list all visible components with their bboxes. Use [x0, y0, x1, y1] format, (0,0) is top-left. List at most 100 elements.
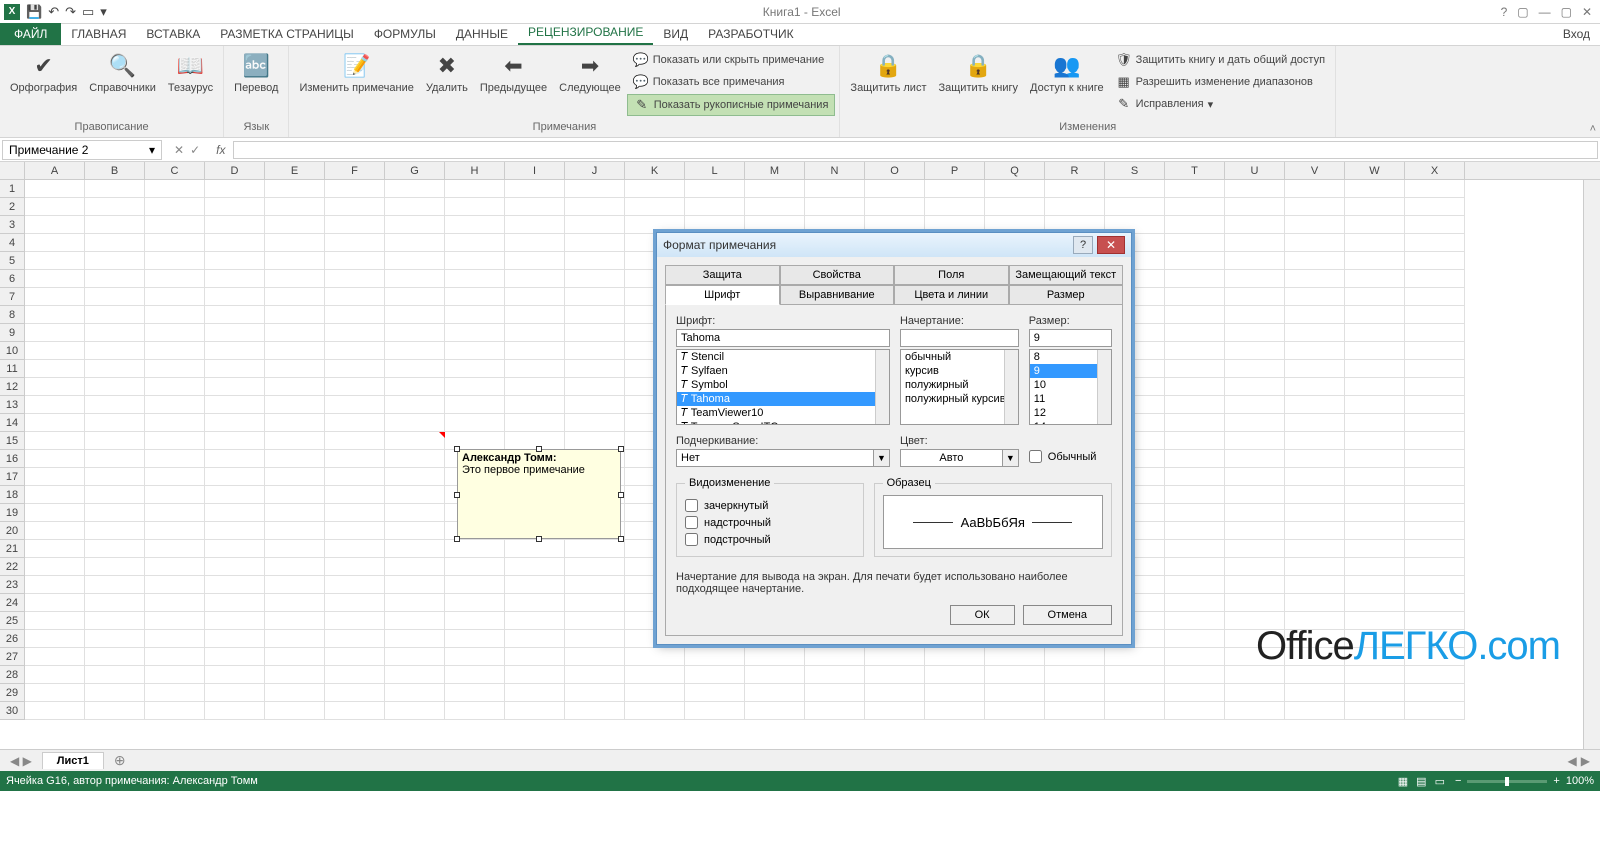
col-header[interactable]: S [1105, 162, 1165, 179]
col-header[interactable]: F [325, 162, 385, 179]
list-item[interactable]: 𝑇 Stencil [677, 350, 889, 364]
help-icon[interactable]: ? [1501, 5, 1508, 19]
ok-button[interactable]: ОК [950, 605, 1015, 625]
scrollbar[interactable] [1004, 350, 1018, 424]
row-header[interactable]: 12 [0, 378, 24, 396]
tab-view[interactable]: ВИД [653, 23, 698, 45]
protect-share-button[interactable]: 🛡Защитить книгу и дать общий доступ [1110, 50, 1331, 70]
page-layout-icon[interactable]: ▤ [1416, 775, 1426, 788]
row-header[interactable]: 24 [0, 594, 24, 612]
list-item[interactable]: 𝑇 Tahoma [677, 392, 889, 406]
row-header[interactable]: 23 [0, 576, 24, 594]
row-header[interactable]: 27 [0, 648, 24, 666]
show-all-comments-button[interactable]: 💬Показать все примечания [627, 72, 836, 92]
dialog-help-icon[interactable]: ? [1073, 236, 1093, 254]
protect-workbook-button[interactable]: 🔒Защитить книгу [933, 48, 1025, 96]
col-header[interactable]: U [1225, 162, 1285, 179]
row-header[interactable]: 22 [0, 558, 24, 576]
fx-icon[interactable]: fx [210, 143, 231, 157]
size-input[interactable] [1029, 329, 1112, 347]
row-header[interactable]: 28 [0, 666, 24, 684]
comment-box[interactable]: Александр Томм: Это первое примечание [457, 449, 621, 539]
col-header[interactable]: R [1045, 162, 1105, 179]
row-header[interactable]: 5 [0, 252, 24, 270]
col-header[interactable]: D [205, 162, 265, 179]
row-header[interactable]: 26 [0, 630, 24, 648]
undo-icon[interactable]: ↶ [48, 4, 59, 20]
tab-formulas[interactable]: ФОРМУЛЫ [364, 23, 446, 45]
row-header[interactable]: 29 [0, 684, 24, 702]
cancel-button[interactable]: Отмена [1023, 605, 1112, 625]
chevron-down-icon[interactable]: ▾ [149, 143, 155, 157]
col-header[interactable]: L [685, 162, 745, 179]
dialog-close-icon[interactable]: ✕ [1097, 236, 1125, 254]
row-header[interactable]: 13 [0, 396, 24, 414]
row-header[interactable]: 14 [0, 414, 24, 432]
select-all-corner[interactable] [0, 162, 25, 179]
add-sheet-button[interactable]: ⊕ [104, 752, 136, 769]
zoom-in-icon[interactable]: + [1553, 775, 1559, 787]
col-header[interactable]: X [1405, 162, 1465, 179]
dtab-size[interactable]: Размер [1009, 285, 1124, 305]
zoom-out-icon[interactable]: − [1455, 775, 1461, 787]
dtab-margins[interactable]: Поля [894, 265, 1009, 285]
row-header[interactable]: 10 [0, 342, 24, 360]
size-listbox[interactable]: 8910111214 [1029, 349, 1112, 425]
col-header[interactable]: E [265, 162, 325, 179]
save-icon[interactable]: 💾 [26, 4, 42, 20]
col-header[interactable]: P [925, 162, 985, 179]
tab-data[interactable]: ДАННЫЕ [446, 23, 518, 45]
zoom-slider[interactable] [1467, 780, 1547, 783]
show-ink-button[interactable]: ✎Показать рукописные примечания [627, 94, 836, 116]
spelling-button[interactable]: ✔Орфография [4, 48, 83, 96]
redo-icon[interactable]: ↷ [65, 4, 76, 20]
list-item[interactable]: 𝑇 TeamViewer10 [677, 406, 889, 420]
protect-sheet-button[interactable]: 🔒Защитить лист [844, 48, 932, 96]
list-item[interactable]: курсив [901, 364, 1018, 378]
dtab-colors[interactable]: Цвета и линии [894, 285, 1009, 305]
style-input[interactable] [900, 329, 1019, 347]
research-button[interactable]: 🔍Справочники [83, 48, 162, 96]
minimize-icon[interactable]: — [1539, 5, 1551, 19]
dtab-properties[interactable]: Свойства [780, 265, 895, 285]
row-header[interactable]: 17 [0, 468, 24, 486]
zoom-control[interactable]: − + 100% [1455, 775, 1594, 787]
share-workbook-button[interactable]: 👥Доступ к книге [1024, 48, 1110, 96]
touch-icon[interactable]: ▭ [82, 4, 94, 20]
row-header[interactable]: 11 [0, 360, 24, 378]
collapse-ribbon-icon[interactable]: ˄ [1590, 123, 1596, 135]
tab-review[interactable]: РЕЦЕНЗИРОВАНИЕ [518, 21, 653, 45]
normal-checkbox[interactable]: Обычный [1029, 450, 1097, 463]
row-header[interactable]: 15 [0, 432, 24, 450]
strike-checkbox[interactable]: зачеркнутый [685, 499, 855, 512]
zoom-level[interactable]: 100% [1566, 775, 1594, 787]
login-link[interactable]: Вход [1553, 23, 1600, 45]
dtab-font[interactable]: Шрифт [665, 285, 780, 305]
tab-developer[interactable]: РАЗРАБОТЧИК [698, 23, 804, 45]
col-header[interactable]: J [565, 162, 625, 179]
maximize-icon[interactable]: ▢ [1561, 5, 1572, 19]
tab-insert[interactable]: ВСТАВКА [136, 23, 210, 45]
superscript-checkbox[interactable]: надстрочный [685, 516, 855, 529]
close-icon[interactable]: ✕ [1582, 5, 1592, 19]
ribbon-options-icon[interactable]: ▢ [1517, 5, 1528, 19]
col-header[interactable]: A [25, 162, 85, 179]
dtab-alignment[interactable]: Выравнивание [780, 285, 895, 305]
cancel-icon[interactable]: ✕ [174, 143, 184, 157]
tab-file[interactable]: ФАЙЛ [0, 23, 61, 45]
row-header[interactable]: 20 [0, 522, 24, 540]
allow-ranges-button[interactable]: ▦Разрешить изменение диапазонов [1110, 72, 1331, 92]
row-header[interactable]: 6 [0, 270, 24, 288]
underline-combo[interactable]: Нет▼ [676, 449, 890, 467]
chevron-down-icon[interactable]: ▼ [874, 449, 890, 467]
col-header[interactable]: N [805, 162, 865, 179]
list-item[interactable]: полужирный [901, 378, 1018, 392]
list-item[interactable]: 𝑇 Tempus Sans ITC [677, 420, 889, 425]
font-listbox[interactable]: 𝑇 Stencil𝑇 Sylfaen𝑇 Symbol𝑇 Tahoma𝑇 Team… [676, 349, 890, 425]
row-header[interactable]: 4 [0, 234, 24, 252]
row-header[interactable]: 30 [0, 702, 24, 720]
row-header[interactable]: 16 [0, 450, 24, 468]
dtab-protection[interactable]: Защита [665, 265, 780, 285]
delete-comment-button[interactable]: ✖Удалить [420, 48, 474, 96]
list-item[interactable]: 𝑇 Symbol [677, 378, 889, 392]
